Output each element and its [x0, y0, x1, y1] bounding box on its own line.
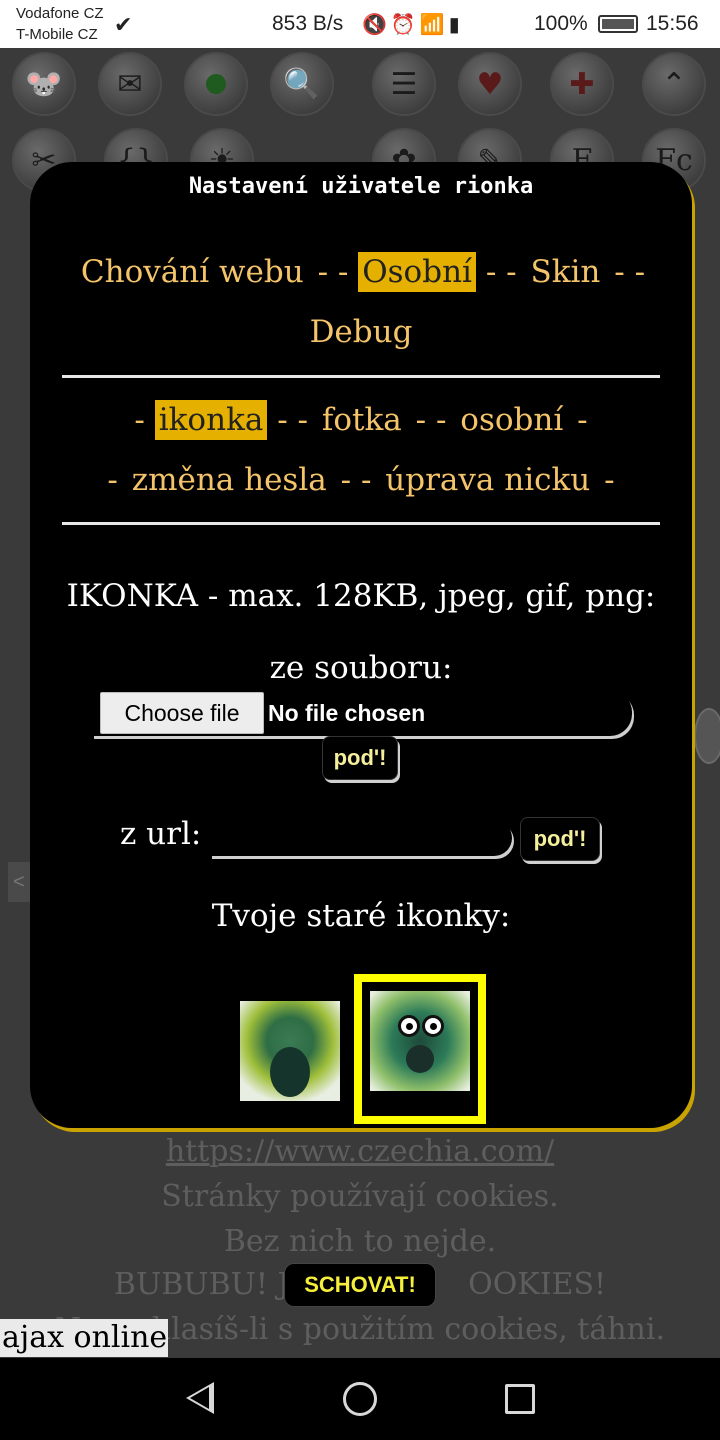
- face-shape: [406, 1045, 434, 1073]
- clock: 15:56: [646, 12, 699, 35]
- mail-icon[interactable]: ✉: [98, 52, 162, 116]
- mouse-icon[interactable]: 🐭: [12, 52, 76, 116]
- heart-icon[interactable]: ♥: [458, 52, 522, 116]
- cookie-line-2: Bez nich to nejde.: [223, 1224, 497, 1259]
- eye-shape: [398, 1015, 420, 1037]
- cookie-link[interactable]: https://www.czechia.com/: [0, 1134, 720, 1169]
- tab-separator: - -: [415, 402, 447, 438]
- old-icon-2-selected[interactable]: [370, 991, 470, 1091]
- file-input[interactable]: Choose file No file chosen: [92, 690, 632, 736]
- battery-percent: 100%: [534, 12, 588, 35]
- main-tabs: Chování webu - - Osobní - - Skin - - Deb…: [70, 242, 652, 362]
- tab-separator: - -: [614, 254, 646, 290]
- tab-separator: - -: [277, 402, 309, 438]
- sub-tabs: - ikonka - - fotka - - osobní - - změna …: [70, 390, 652, 510]
- file-status: No file chosen: [268, 700, 426, 726]
- divider: [62, 375, 660, 378]
- status-icons: 🔇⏰📶▮: [362, 14, 464, 36]
- subtab-password[interactable]: změna hesla: [128, 460, 331, 500]
- tab-personal[interactable]: Osobní: [358, 252, 476, 292]
- subtab-photo[interactable]: fotka: [318, 400, 406, 440]
- carrier-name-2: T-Mobile CZ: [16, 26, 98, 43]
- navigation-bar: [0, 1358, 720, 1440]
- subtab-nick[interactable]: úprava nicku: [381, 460, 594, 500]
- submit-url-button[interactable]: pod'!: [520, 817, 600, 861]
- home-icon[interactable]: [343, 1382, 377, 1416]
- hide-cookies-button[interactable]: SCHOVAT!: [284, 1263, 436, 1307]
- choose-file-button[interactable]: Choose file: [100, 692, 264, 734]
- search-icon[interactable]: 🔍: [270, 52, 334, 116]
- from-file-label: ze souboru:: [269, 650, 453, 686]
- back-icon[interactable]: [186, 1382, 214, 1414]
- cookie-line-3-right: OOKIES!: [468, 1267, 607, 1302]
- tab-separator: -: [134, 402, 145, 438]
- tab-separator: -: [604, 462, 615, 498]
- dialog-title: Nastavení uživatele rionka: [188, 174, 534, 199]
- old-icon-1[interactable]: [240, 1001, 340, 1101]
- cookie-line-3-left: BUBUBU! JS: [113, 1267, 311, 1302]
- tab-separator: -: [107, 462, 118, 498]
- user-settings-dialog: Nastavení uživatele rionka Chování webu …: [30, 162, 692, 1128]
- status-bar: Vodafone CZ T-Mobile CZ ✔ 853 B/s 🔇⏰📶▮ 1…: [0, 0, 720, 48]
- face-shape: [270, 1047, 310, 1097]
- old-icons-label: Tvoje staré ikonky:: [211, 898, 511, 934]
- battery-icon: [598, 15, 638, 33]
- tab-separator: -: [577, 402, 588, 438]
- subtab-icon[interactable]: ikonka: [154, 400, 268, 440]
- tab-skin[interactable]: Skin: [526, 252, 604, 292]
- online-dot-icon[interactable]: [184, 52, 248, 116]
- eye-shape: [422, 1015, 444, 1037]
- divider: [62, 522, 660, 525]
- tab-behavior[interactable]: Chování webu: [77, 252, 308, 292]
- heart-plus-icon[interactable]: ✚: [550, 52, 614, 116]
- tab-separator: - -: [317, 254, 349, 290]
- url-input[interactable]: [210, 820, 512, 856]
- up-chevrons-icon[interactable]: ⌃: [642, 52, 706, 116]
- list-icon[interactable]: ☰: [372, 52, 436, 116]
- left-arrow-icon[interactable]: <: [8, 862, 30, 902]
- carrier-name-1: Vodafone CZ: [16, 5, 104, 22]
- cookie-line-1: Stránky používají cookies.: [161, 1179, 559, 1214]
- submit-file-button[interactable]: pod'!: [322, 736, 398, 780]
- check-icon: ✔: [114, 12, 133, 37]
- tab-debug[interactable]: Debug: [306, 312, 417, 352]
- tab-separator: - -: [485, 254, 517, 290]
- from-url-label: z url:: [120, 816, 202, 852]
- ajax-status: ajax online: [0, 1319, 168, 1357]
- recent-apps-icon[interactable]: [505, 1384, 535, 1414]
- net-speed: 853 B/s: [272, 12, 344, 35]
- tab-separator: - -: [340, 462, 372, 498]
- side-knob[interactable]: [694, 708, 720, 764]
- subtab-personal[interactable]: osobní: [456, 400, 567, 440]
- section-heading: IKONKA - max. 128KB, jpeg, gif, png:: [66, 578, 656, 614]
